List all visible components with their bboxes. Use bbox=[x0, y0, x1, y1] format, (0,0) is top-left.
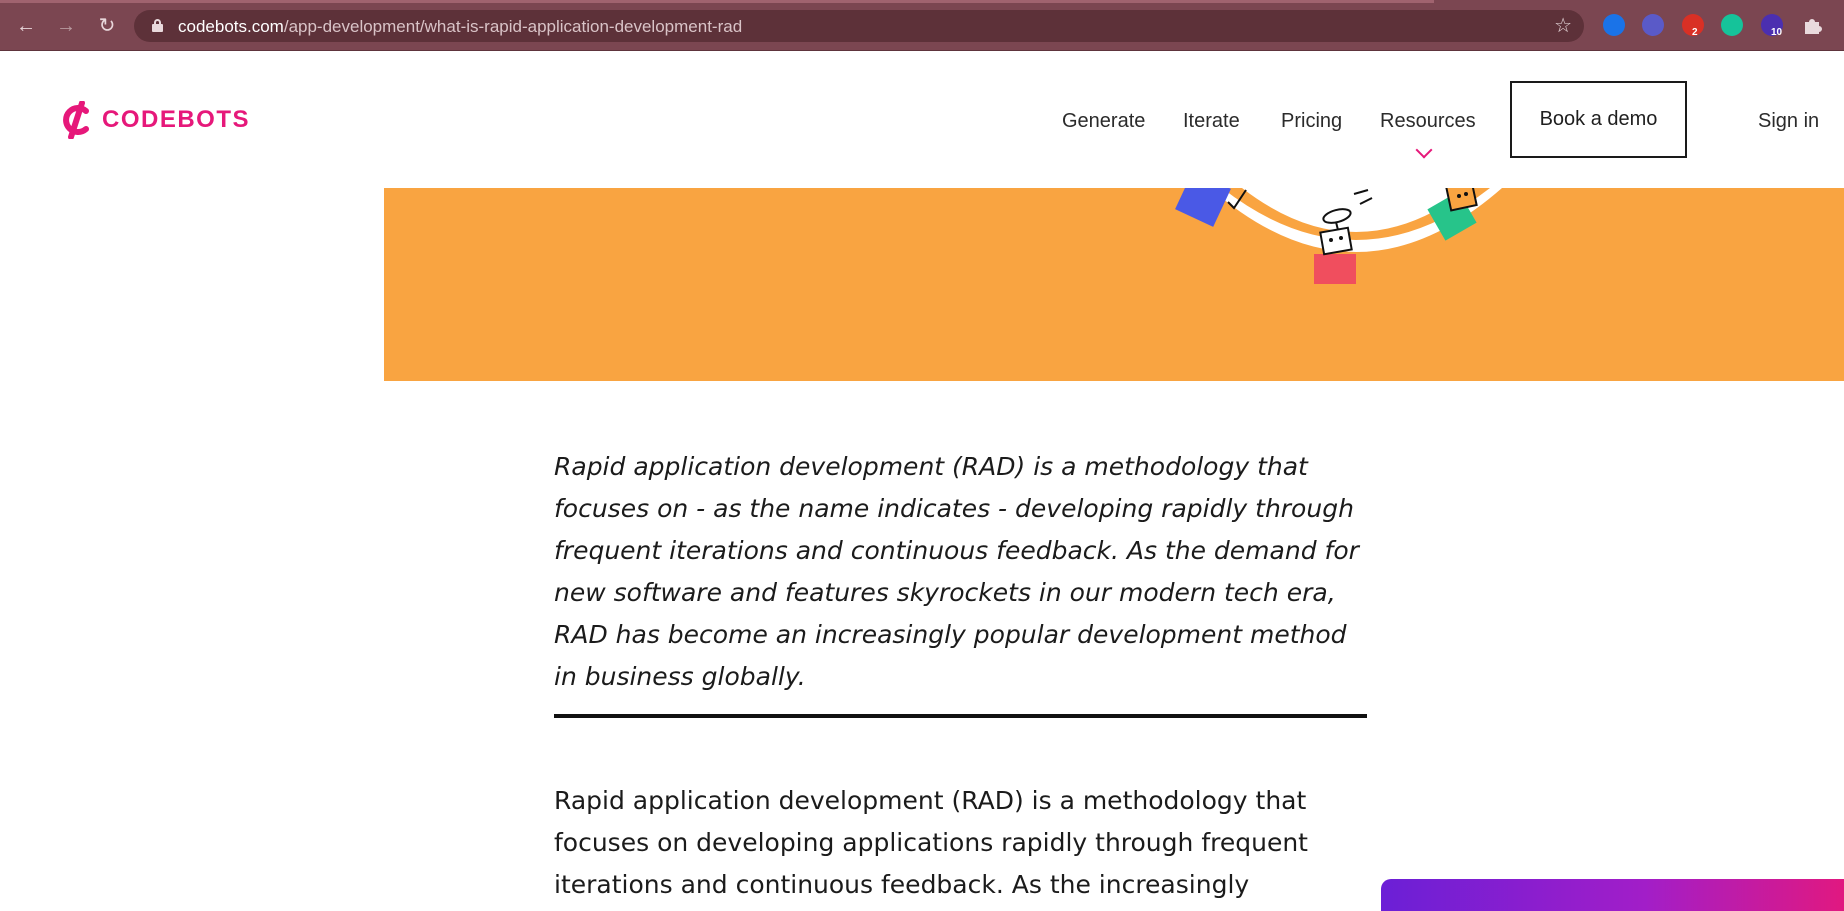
promo-banner[interactable] bbox=[1381, 879, 1844, 911]
reload-icon[interactable]: ↻ bbox=[93, 12, 121, 40]
nav-pricing[interactable]: Pricing bbox=[1281, 110, 1342, 133]
hero-illustration bbox=[1175, 188, 1502, 284]
grammarly-extension-icon[interactable] bbox=[1721, 14, 1743, 36]
extension-badge: 10 bbox=[1771, 27, 1783, 38]
browser-toolbar: ← → ↻ codebots.com/app-development/what-… bbox=[0, 0, 1844, 51]
translate-extension-icon[interactable] bbox=[1603, 14, 1625, 36]
nav-iterate[interactable]: Iterate bbox=[1183, 110, 1240, 133]
article-lead: Rapid application development (RAD) is a… bbox=[554, 452, 1359, 691]
tab-strip-edge bbox=[0, 0, 1434, 3]
url-path: /app-development/what-is-rapid-applicati… bbox=[283, 17, 743, 36]
book-demo-button[interactable]: Book a demo bbox=[1510, 81, 1687, 158]
hand-extension-icon[interactable]: 2 bbox=[1682, 14, 1704, 38]
site-header: CODEBOTS Generate Iterate Pricing Resour… bbox=[0, 51, 1844, 188]
bookmark-star-icon[interactable]: ☆ bbox=[1554, 13, 1572, 38]
extension-badge: 2 bbox=[1692, 27, 1698, 38]
red-block bbox=[1314, 254, 1356, 284]
article-body: Rapid application development (RAD) is a… bbox=[554, 786, 1308, 899]
url-text: codebots.com/app-development/what-is-rap… bbox=[178, 17, 742, 37]
lock-icon bbox=[152, 19, 163, 32]
codebots-logo-mark-icon bbox=[60, 100, 94, 140]
logo-text: CODEBOTS bbox=[102, 106, 251, 133]
divider bbox=[554, 714, 1367, 718]
puzzle-extension-icon[interactable] bbox=[1801, 14, 1823, 36]
url-host: codebots.com bbox=[178, 17, 284, 36]
address-bar[interactable]: codebots.com/app-development/what-is-rap… bbox=[134, 10, 1584, 42]
nav-generate[interactable]: Generate bbox=[1062, 110, 1145, 133]
back-icon[interactable]: ← bbox=[12, 12, 40, 40]
codebots-logo[interactable]: CODEBOTS bbox=[60, 100, 250, 140]
blue-block bbox=[1175, 188, 1231, 227]
promo-text bbox=[1401, 899, 1409, 911]
chevron-down-icon[interactable] bbox=[1415, 141, 1433, 159]
nav-resources[interactable]: Resources bbox=[1380, 110, 1476, 133]
blocker-extension-icon[interactable] bbox=[1642, 14, 1664, 36]
forward-icon[interactable]: → bbox=[52, 12, 80, 40]
cap-extension-icon[interactable]: 10 bbox=[1761, 14, 1783, 38]
hero-banner bbox=[384, 188, 1844, 381]
sign-in-link[interactable]: Sign in bbox=[1758, 110, 1819, 133]
